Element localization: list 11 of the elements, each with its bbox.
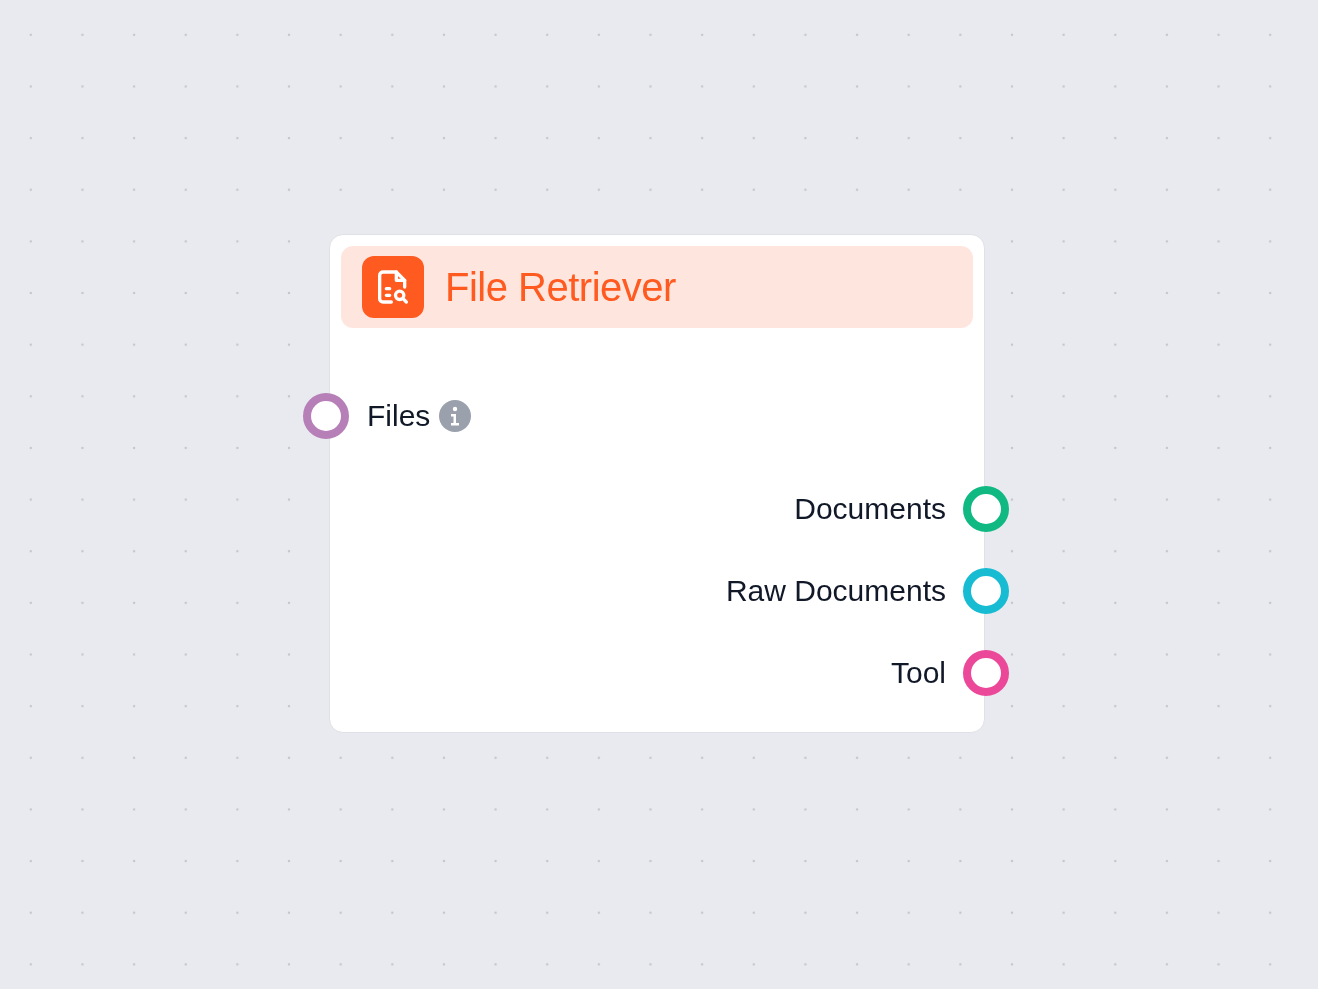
output-label: Tool — [890, 656, 946, 690]
output-handle[interactable] — [963, 650, 1009, 696]
output-handle[interactable] — [963, 486, 1009, 532]
file-search-icon — [362, 256, 424, 318]
output-label: Raw Documents — [725, 574, 946, 608]
node-title: File Retriever — [445, 264, 676, 310]
output-handle[interactable] — [963, 568, 1009, 614]
info-icon[interactable] — [439, 400, 472, 432]
input-handle[interactable] — [303, 393, 349, 439]
input-label: Files — [367, 399, 431, 433]
output-label: Documents — [794, 492, 946, 526]
